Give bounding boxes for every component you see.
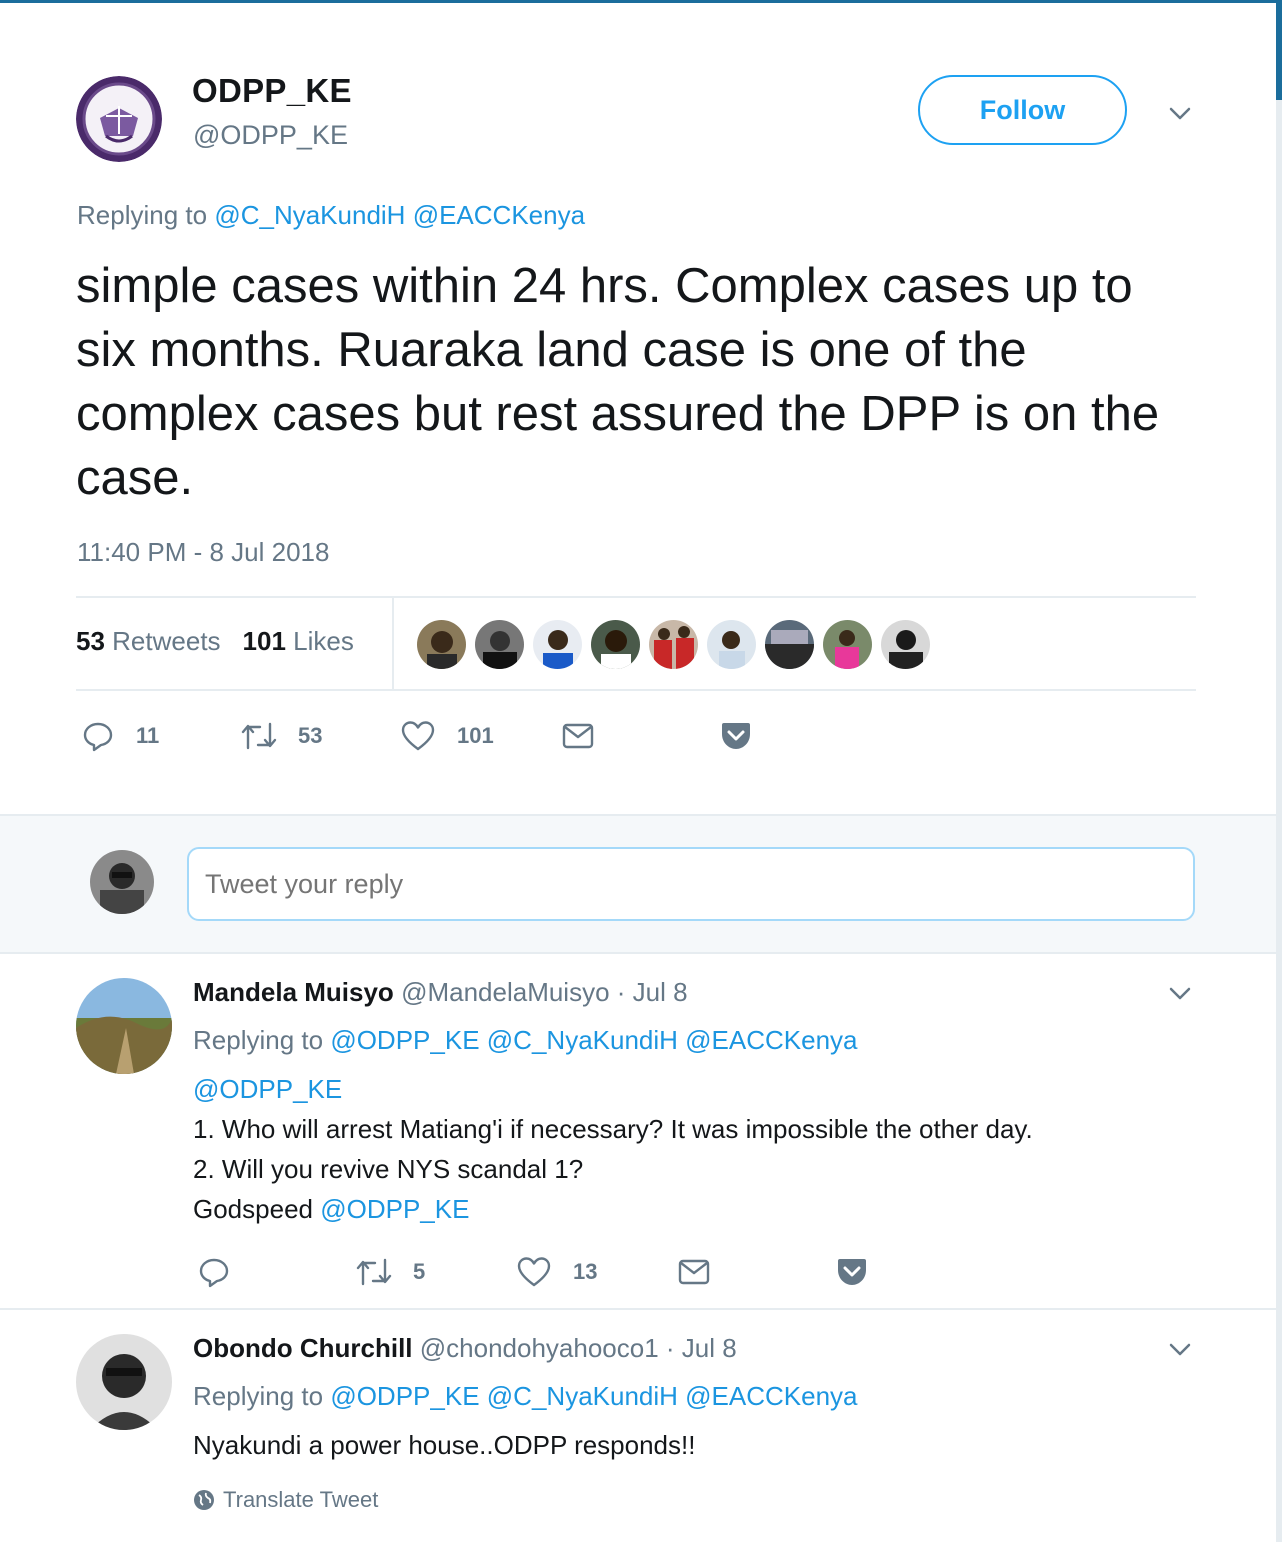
retweet-count: 5: [413, 1259, 426, 1284]
like-action[interactable]: 13: [517, 1256, 597, 1288]
heart-icon: [517, 1257, 551, 1287]
divider: [0, 1308, 1276, 1310]
translate-label: Translate Tweet: [223, 1487, 379, 1512]
chevron-down-icon[interactable]: [1166, 100, 1194, 128]
replying-prefix: Replying to: [193, 1381, 324, 1411]
reply-action[interactable]: [198, 1256, 230, 1288]
liker-avatar[interactable]: [707, 620, 756, 669]
reply-author-avatar[interactable]: [76, 1334, 172, 1430]
retweets-stat[interactable]: 53 Retweets: [76, 626, 221, 657]
retweet-icon: [356, 1258, 392, 1286]
replying-prefix: Replying to: [77, 200, 208, 230]
author-handle[interactable]: @ODPP_KE: [193, 120, 348, 151]
reply-author-name[interactable]: Obondo Churchill: [193, 1333, 413, 1363]
mention-link[interactable]: @C_NyaKundiH: [487, 1025, 678, 1055]
window-right-edge: [1276, 0, 1282, 1542]
follow-button[interactable]: Follow: [918, 75, 1127, 145]
likes-stat[interactable]: 101 Likes: [243, 626, 354, 657]
tweet-timestamp[interactable]: 11:40 PM - 8 Jul 2018: [77, 537, 329, 568]
liker-avatar[interactable]: [417, 620, 466, 669]
liker-avatar[interactable]: [765, 620, 814, 669]
replying-to: Replying to @C_NyaKundiH @EACCKenya: [77, 200, 585, 231]
like-count: 101: [457, 723, 494, 748]
mention-link[interactable]: @ODPP_KE: [320, 1194, 469, 1224]
stats-divider: [392, 598, 394, 690]
retweet-action[interactable]: 53: [240, 720, 322, 752]
liker-avatar[interactable]: [591, 620, 640, 669]
retweet-count: 53: [298, 723, 323, 748]
liker-avatar[interactable]: [475, 620, 524, 669]
reply-count: 11: [136, 723, 160, 748]
reply-line: 2. Will you revive NYS scandal 1?: [193, 1154, 584, 1184]
reply-header: Mandela Muisyo @MandelaMuisyo · Jul 8: [193, 977, 688, 1008]
divider: [76, 689, 1196, 691]
pocket-action[interactable]: [720, 721, 752, 751]
likers-avatars: [417, 620, 930, 669]
tweet-stats: 53 Retweets 101 Likes: [76, 626, 354, 657]
reply-author-handle[interactable]: @MandelaMuisyo: [401, 977, 609, 1007]
liker-avatar[interactable]: [881, 620, 930, 669]
author-name[interactable]: ODPP_KE: [192, 72, 352, 110]
replying-to: Replying to @ODPP_KE @C_NyaKundiH @EACCK…: [193, 1381, 858, 1412]
mention-link[interactable]: @C_NyaKundiH: [214, 200, 405, 230]
pocket-icon: [722, 723, 750, 749]
odpp-avatar[interactable]: [76, 76, 162, 162]
retweet-action[interactable]: 5: [355, 1256, 425, 1288]
mention-link[interactable]: @C_NyaKundiH: [487, 1381, 678, 1411]
direct-message-action[interactable]: [678, 1259, 710, 1285]
reply-date[interactable]: · Jul 8: [666, 1333, 737, 1363]
translate-tweet-link[interactable]: Translate Tweet: [193, 1487, 378, 1513]
mention-link[interactable]: @ODPP_KE: [330, 1025, 479, 1055]
reply-header: Obondo Churchill @chondohyahooco1 · Jul …: [193, 1333, 737, 1364]
reply-input[interactable]: [187, 847, 1195, 921]
reply-author-avatar[interactable]: [76, 978, 172, 1074]
replying-prefix: Replying to: [193, 1025, 324, 1055]
pocket-action[interactable]: [836, 1257, 868, 1287]
envelope-icon: [678, 1259, 710, 1285]
globe-icon: [194, 1490, 214, 1510]
reply-text: Nyakundi a power house..ODPP responds!!: [193, 1430, 696, 1460]
reply-icon: [83, 722, 113, 752]
like-count: 13: [573, 1259, 598, 1284]
window-top-edge: [0, 0, 1282, 3]
envelope-icon: [562, 723, 594, 749]
retweet-icon: [241, 722, 277, 750]
current-user-avatar: [90, 850, 154, 914]
direct-message-action[interactable]: [562, 723, 594, 749]
like-action[interactable]: 101: [401, 720, 494, 752]
reply-author-name[interactable]: Mandela Muisyo: [193, 977, 394, 1007]
heart-icon: [401, 721, 435, 751]
reply-action[interactable]: 11: [82, 720, 159, 752]
chevron-down-icon[interactable]: [1166, 980, 1194, 1008]
tweet-text: simple cases within 24 hrs. Complex case…: [76, 259, 1160, 505]
liker-avatar[interactable]: [649, 620, 698, 669]
mention-link[interactable]: @EACCKenya: [685, 1381, 857, 1411]
divider: [76, 596, 1196, 598]
reply-author-handle[interactable]: @chondohyahooco1: [420, 1333, 659, 1363]
reply-text: @ODPP_KE 1. Who will arrest Matiang'i if…: [193, 1069, 1193, 1229]
mention-link[interactable]: @ODPP_KE: [330, 1381, 479, 1411]
liker-avatar[interactable]: [533, 620, 582, 669]
replying-to: Replying to @ODPP_KE @C_NyaKundiH @EACCK…: [193, 1025, 858, 1056]
reply-icon: [199, 1258, 229, 1288]
liker-avatar[interactable]: [823, 620, 872, 669]
reply-line: Godspeed: [193, 1194, 313, 1224]
reply-line: 1. Who will arrest Matiang'i if necessar…: [193, 1114, 1033, 1144]
pocket-icon: [838, 1259, 866, 1285]
mention-link[interactable]: @EACCKenya: [413, 200, 585, 230]
chevron-down-icon[interactable]: [1166, 1336, 1194, 1364]
reply-date[interactable]: · Jul 8: [617, 977, 688, 1007]
mention-link[interactable]: @ODPP_KE: [193, 1074, 342, 1104]
mention-link[interactable]: @EACCKenya: [685, 1025, 857, 1055]
